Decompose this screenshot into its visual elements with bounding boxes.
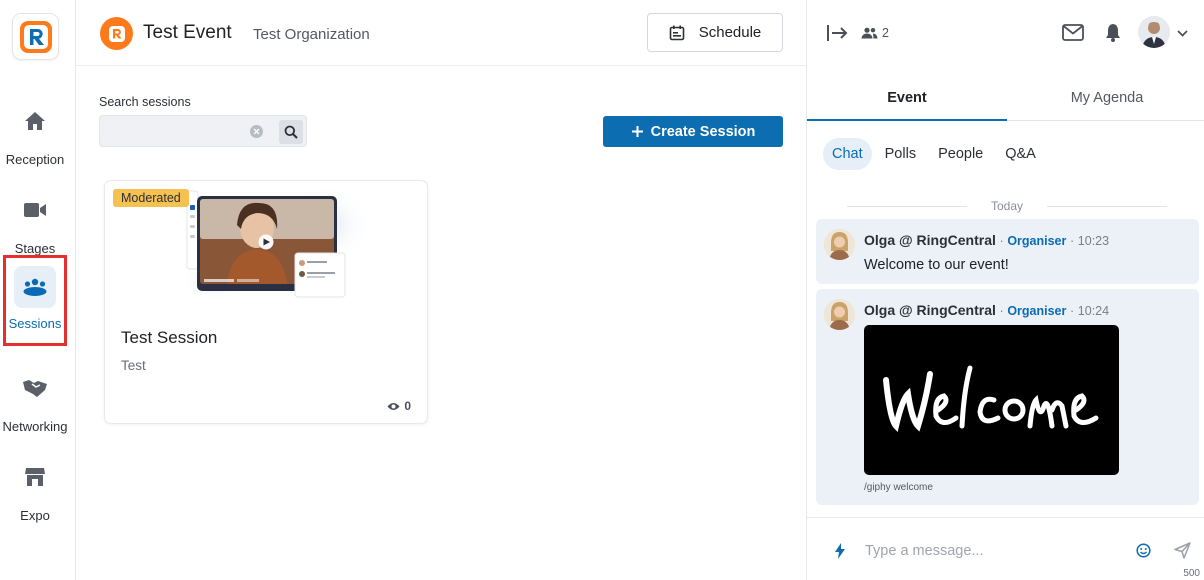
sub-tab-polls[interactable]: Polls <box>876 138 925 170</box>
group-icon <box>14 266 56 308</box>
app-root: Reception Stages Sessions Networking Exp… <box>0 0 1204 580</box>
view-count-value: 0 <box>404 399 411 413</box>
app-logo[interactable] <box>13 14 58 59</box>
author-avatar <box>824 299 855 330</box>
tab-event[interactable]: Event <box>807 78 1007 121</box>
gif-caption: /giphy welcome <box>864 482 933 493</box>
create-session-button[interactable]: Create Session <box>603 116 783 147</box>
notifications-bell-icon[interactable] <box>1103 21 1123 43</box>
sub-tab-chat[interactable]: Chat <box>823 138 872 170</box>
rail-item-reception[interactable]: Reception <box>0 92 70 177</box>
clear-search-icon[interactable] <box>250 125 263 138</box>
message-time: 10:23 <box>1077 234 1110 248</box>
message-text: Welcome to our event! <box>864 257 1009 273</box>
event-header: Test Event Test Organization Schedule <box>76 0 806 66</box>
message-meta: Olga @ RingCentral · Organiser · 10:24 <box>864 302 1110 318</box>
rail-item-stages[interactable]: Stages <box>0 181 70 266</box>
eye-icon <box>387 402 400 410</box>
rail-item-label: Stages <box>14 241 56 256</box>
search-button[interactable] <box>279 120 303 144</box>
attendees-icon[interactable] <box>860 26 878 40</box>
session-subtitle: Test <box>121 358 146 373</box>
author-role: Organiser <box>1007 234 1067 248</box>
search-label: Search sessions <box>99 95 191 109</box>
panel-tabs: Event My Agenda <box>807 78 1204 121</box>
chat-sub-tabs: Chat Polls People Q&A <box>823 138 1045 170</box>
search-input[interactable] <box>106 120 246 142</box>
message-input[interactable] <box>865 540 1115 562</box>
right-panel-toolbar: 2 <box>807 0 1204 66</box>
session-card[interactable]: Moderated Test Session Test 0 <box>104 180 428 424</box>
chat-message[interactable]: Olga @ RingCentral · Organiser · 10:23 W… <box>816 219 1199 284</box>
collapse-panel-icon[interactable] <box>825 22 849 44</box>
sub-tab-people[interactable]: People <box>929 138 992 170</box>
lightning-bolt-icon[interactable] <box>833 542 847 560</box>
welcome-gif[interactable] <box>864 325 1119 475</box>
moderated-badge: Moderated <box>113 189 189 207</box>
event-title: Test Event <box>143 22 232 43</box>
organization-name: Test Organization <box>253 26 370 43</box>
message-time: 10:24 <box>1077 304 1110 318</box>
view-count: 0 <box>387 399 411 413</box>
send-icon[interactable] <box>1173 541 1191 559</box>
storefront-icon <box>14 456 56 498</box>
day-separator: Today <box>847 199 1167 213</box>
message-author: Olga @ RingCentral <box>864 302 996 318</box>
author-photo-icon <box>824 229 855 260</box>
schedule-button-label: Schedule <box>698 24 762 41</box>
account-chevron-down-icon[interactable] <box>1175 27 1189 39</box>
handshake-icon <box>14 367 56 409</box>
video-camera-icon <box>14 189 56 231</box>
session-title: Test Session <box>121 328 218 347</box>
sub-tab-qa[interactable]: Q&A <box>996 138 1045 170</box>
emoji-icon[interactable] <box>1135 542 1151 558</box>
rail-item-sessions[interactable]: Sessions <box>3 255 67 346</box>
rail-item-networking[interactable]: Networking <box>0 359 70 444</box>
search-box <box>99 115 307 147</box>
author-avatar <box>824 229 855 260</box>
home-icon <box>14 100 56 142</box>
welcome-gif-artwork <box>882 365 1098 432</box>
create-session-label: Create Session <box>650 123 756 140</box>
author-role: Organiser <box>1007 304 1067 318</box>
calendar-icon <box>669 25 685 40</box>
user-photo-icon <box>1138 16 1170 48</box>
message-author: Olga @ RingCentral <box>864 232 996 248</box>
session-thumbnail <box>181 185 371 302</box>
plus-icon <box>631 126 643 137</box>
left-navigation-rail: Reception Stages Sessions Networking Exp… <box>0 0 76 580</box>
day-label: Today <box>990 199 1024 213</box>
chat-message[interactable]: Olga @ RingCentral · Organiser · 10:24 /… <box>816 289 1199 505</box>
tab-my-agenda[interactable]: My Agenda <box>1007 78 1204 121</box>
search-icon <box>284 125 298 139</box>
rail-item-label: Sessions <box>8 316 62 331</box>
message-meta: Olga @ RingCentral · Organiser · 10:23 <box>864 232 1110 248</box>
event-logo-icon <box>108 25 125 42</box>
character-limit: 500 <box>1183 568 1200 579</box>
author-photo-icon <box>824 299 855 330</box>
rail-item-label: Networking <box>2 419 68 434</box>
user-avatar[interactable] <box>1138 16 1170 48</box>
messages-icon[interactable] <box>1061 21 1085 43</box>
rail-item-label: Reception <box>5 152 65 167</box>
event-logo <box>100 17 133 50</box>
attendee-count: 2 <box>882 26 889 40</box>
rail-item-label: Expo <box>20 508 50 523</box>
ringcentral-logo-icon <box>19 20 52 53</box>
right-panel: 2 Event My Agenda Chat Polls People Q&A <box>806 0 1204 580</box>
rail-item-expo[interactable]: Expo <box>0 448 70 533</box>
schedule-button[interactable]: Schedule <box>647 13 783 52</box>
message-composer: 500 <box>807 517 1204 580</box>
